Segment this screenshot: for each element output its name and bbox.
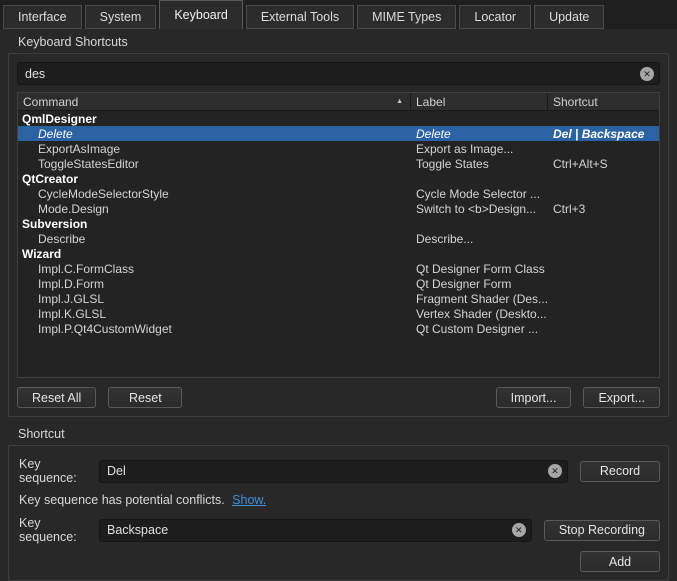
export-button[interactable]: Export... xyxy=(583,387,660,408)
cell-label: Describe... xyxy=(411,232,548,246)
conflict-warning-text: Key sequence has potential conflicts. xyxy=(19,493,225,507)
buttons-spacer xyxy=(194,387,483,408)
add-button[interactable]: Add xyxy=(580,551,660,572)
keyboard-shortcuts-title: Keyboard Shortcuts xyxy=(8,33,669,53)
tab-system[interactable]: System xyxy=(85,5,157,29)
table-row[interactable]: Mode.DesignSwitch to <b>Design...Ctrl+3 xyxy=(18,201,659,216)
cell-command: CycleModeSelectorStyle xyxy=(18,187,411,201)
key-sequence-wrap-2: ✕ xyxy=(99,519,532,542)
table-row[interactable]: CycleModeSelectorStyleCycle Mode Selecto… xyxy=(18,186,659,201)
cell-command: Subversion xyxy=(18,217,411,231)
clear-search-icon[interactable]: ✕ xyxy=(640,67,654,81)
column-header-shortcut-label: Shortcut xyxy=(553,95,598,109)
key-sequence-label-1: Key sequence: xyxy=(17,457,99,485)
shortcut-filter-input[interactable] xyxy=(17,62,660,85)
cell-command: ExportAsImage xyxy=(18,142,411,156)
column-header-label[interactable]: Label xyxy=(411,93,548,110)
cell-shortcut: Ctrl+Alt+S xyxy=(548,157,659,171)
table-group-row[interactable]: Wizard xyxy=(18,246,659,261)
keyboard-shortcuts-groupbox: Keyboard Shortcuts ✕ Command ▲ Label Sho… xyxy=(8,33,669,417)
table-group-row[interactable]: Subversion xyxy=(18,216,659,231)
cell-command: QmlDesigner xyxy=(18,112,411,126)
shortcut-groupbox: Shortcut Key sequence: ✕ Record Key sequ… xyxy=(8,425,669,581)
table-row[interactable]: DescribeDescribe... xyxy=(18,231,659,246)
reset-button[interactable]: Reset xyxy=(108,387,182,408)
table-row[interactable]: Impl.C.FormClassQt Designer Form Class xyxy=(18,261,659,276)
cell-label: Qt Designer Form xyxy=(411,277,548,291)
cell-label: Qt Designer Form Class xyxy=(411,262,548,276)
cell-shortcut: Ctrl+3 xyxy=(548,202,659,216)
cell-label: Toggle States xyxy=(411,157,548,171)
cell-label: Fragment Shader (Des... xyxy=(411,292,548,306)
cell-command: Impl.P.Qt4CustomWidget xyxy=(18,322,411,336)
tab-interface[interactable]: Interface xyxy=(3,5,82,29)
cell-command: Wizard xyxy=(18,247,411,261)
key-sequence-label-2: Key sequence: xyxy=(17,516,99,544)
table-row[interactable]: Impl.P.Qt4CustomWidgetQt Custom Designer… xyxy=(18,321,659,336)
record-button[interactable]: Record xyxy=(580,461,660,482)
key-sequence-row-1: Key sequence: ✕ Record xyxy=(17,457,660,485)
table-row[interactable]: ExportAsImageExport as Image... xyxy=(18,141,659,156)
key-sequence-input-1[interactable] xyxy=(99,460,568,483)
tab-keyboard[interactable]: Keyboard xyxy=(159,0,243,29)
shortcuts-table-header: Command ▲ Label Shortcut xyxy=(18,93,659,111)
clear-key-sequence-icon-2[interactable]: ✕ xyxy=(512,523,526,537)
tab-external-tools[interactable]: External Tools xyxy=(246,5,354,29)
tab-mime-types[interactable]: MIME Types xyxy=(357,5,456,29)
sort-ascending-icon: ▲ xyxy=(396,98,405,105)
shortcuts-table-body: QmlDesignerDeleteDeleteDel | BackspaceEx… xyxy=(18,111,659,377)
show-conflicts-link[interactable]: Show. xyxy=(232,493,266,507)
shortcut-group-title: Shortcut xyxy=(8,425,669,445)
conflict-warning: Key sequence has potential conflicts. Sh… xyxy=(17,485,660,513)
cell-command: Impl.D.Form xyxy=(18,277,411,291)
cell-command: Impl.C.FormClass xyxy=(18,262,411,276)
table-row[interactable]: Impl.D.FormQt Designer Form xyxy=(18,276,659,291)
cell-command: Impl.J.GLSL xyxy=(18,292,411,306)
cell-label: Cycle Mode Selector ... xyxy=(411,187,548,201)
stop-recording-button[interactable]: Stop Recording xyxy=(544,520,660,541)
cell-command: Impl.K.GLSL xyxy=(18,307,411,321)
tab-update[interactable]: Update xyxy=(534,5,604,29)
cell-shortcut: Del | Backspace xyxy=(548,127,659,141)
cell-command: Delete xyxy=(18,127,411,141)
key-sequence-input-2[interactable] xyxy=(99,519,532,542)
add-button-row: Add xyxy=(17,551,660,572)
table-row[interactable]: ToggleStatesEditorToggle StatesCtrl+Alt+… xyxy=(18,156,659,171)
keyboard-shortcuts-frame: ✕ Command ▲ Label Shortcut QmlDesignerDe… xyxy=(8,53,669,417)
cell-label: Vertex Shader (Deskto... xyxy=(411,307,548,321)
cell-label: Delete xyxy=(411,127,548,141)
cell-command: ToggleStatesEditor xyxy=(18,157,411,171)
key-sequence-wrap-1: ✕ xyxy=(99,460,568,483)
column-header-shortcut[interactable]: Shortcut xyxy=(548,93,659,110)
settings-tabbar: InterfaceSystemKeyboardExternal ToolsMIM… xyxy=(0,0,677,29)
column-header-command-label: Command xyxy=(23,95,78,109)
shortcut-filter-wrap: ✕ xyxy=(17,62,660,85)
preferences-dialog: InterfaceSystemKeyboardExternal ToolsMIM… xyxy=(0,0,677,568)
table-row[interactable]: DeleteDeleteDel | Backspace xyxy=(18,126,659,141)
reset-all-button[interactable]: Reset All xyxy=(17,387,96,408)
column-header-label-label: Label xyxy=(416,95,445,109)
table-group-row[interactable]: QmlDesigner xyxy=(18,111,659,126)
cell-command: Mode.Design xyxy=(18,202,411,216)
cell-label: Switch to <b>Design... xyxy=(411,202,548,216)
shortcuts-table: Command ▲ Label Shortcut QmlDesignerDele… xyxy=(17,92,660,378)
cell-label: Export as Image... xyxy=(411,142,548,156)
table-group-row[interactable]: QtCreator xyxy=(18,171,659,186)
table-row[interactable]: Impl.J.GLSLFragment Shader (Des... xyxy=(18,291,659,306)
table-row[interactable]: Impl.K.GLSLVertex Shader (Deskto... xyxy=(18,306,659,321)
clear-key-sequence-icon-1[interactable]: ✕ xyxy=(548,464,562,478)
table-buttons-row: Reset All Reset Import... Export... xyxy=(17,387,660,408)
import-button[interactable]: Import... xyxy=(496,387,572,408)
shortcut-group-frame: Key sequence: ✕ Record Key sequence has … xyxy=(8,445,669,581)
cell-label: Qt Custom Designer ... xyxy=(411,322,548,336)
column-header-command[interactable]: Command ▲ xyxy=(18,93,411,110)
tab-locator[interactable]: Locator xyxy=(459,5,531,29)
cell-command: Describe xyxy=(18,232,411,246)
key-sequence-row-2: Key sequence: ✕ Stop Recording xyxy=(17,516,660,544)
cell-command: QtCreator xyxy=(18,172,411,186)
